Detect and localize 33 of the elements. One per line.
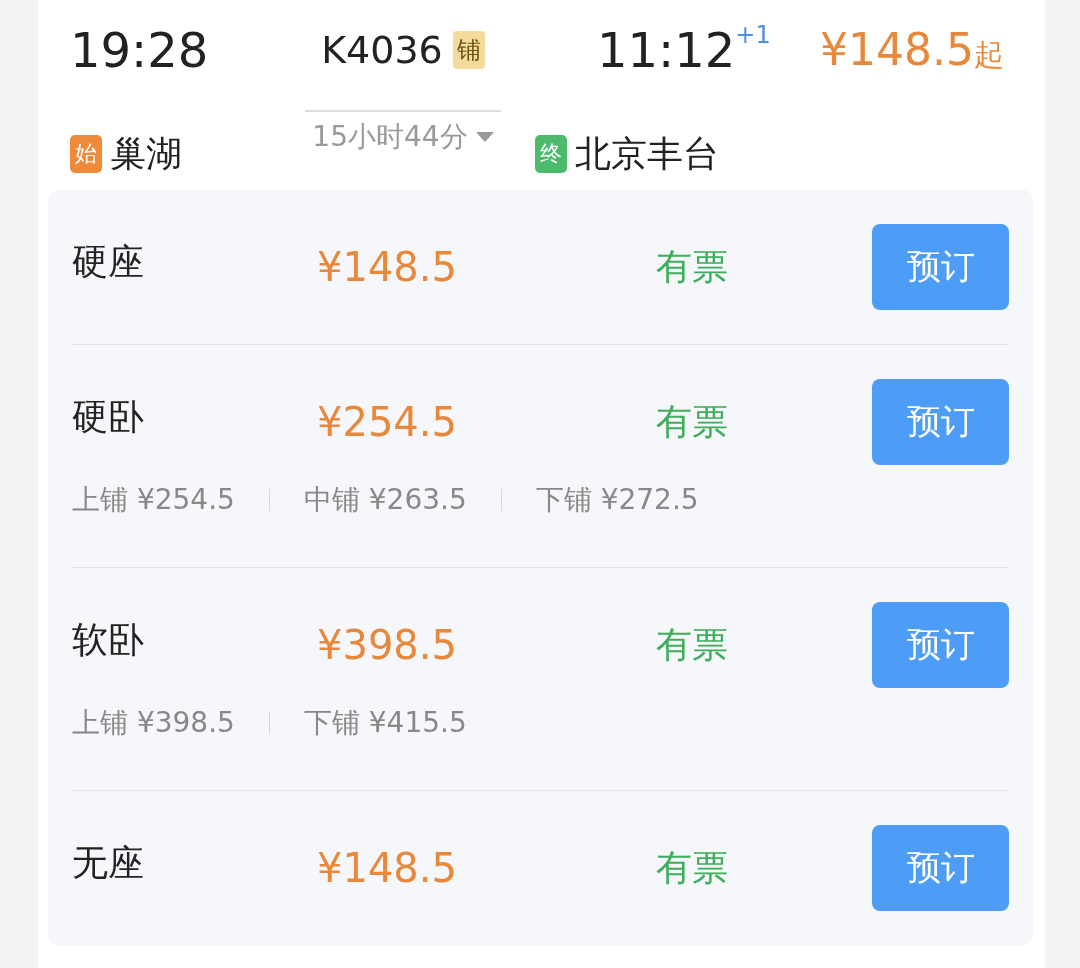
train-type-badge: 铺 [452,31,485,69]
availability: 有票 [656,622,729,667]
departure-station: 巢湖 [110,131,182,176]
seat-class: 硬卧 [72,394,145,439]
berth-price: 下铺 ¥415.5 [303,705,467,741]
seat-price: ¥148.5 [317,244,458,290]
origin-tag: 始 [70,135,102,173]
lowest-price: ¥148.5起 [820,23,1005,77]
berth-price: 上铺 ¥254.5 [72,482,235,518]
seat-price: ¥254.5 [317,399,458,445]
terminal-tag: 终 [535,135,567,173]
berth-price: 中铺 ¥263.5 [303,482,467,518]
duration-toggle[interactable]: 15小时44分 [312,112,494,156]
seat-price: ¥398.5 [317,622,458,668]
availability: 有票 [656,399,729,444]
availability: 有票 [656,244,729,289]
day-offset: +1 [735,20,771,51]
train-number: K4036 [321,28,443,72]
seat-price: ¥148.5 [317,845,458,891]
berth-price: 上铺 ¥398.5 [72,705,235,741]
book-button[interactable]: 预订 [872,825,1009,911]
book-button[interactable]: 预订 [872,379,1009,465]
arrival-time: 11:12 [597,21,736,80]
departure-time: 19:28 [70,21,210,80]
seat-class: 无座 [72,840,145,885]
book-button[interactable]: 预订 [872,602,1009,688]
seat-class: 软卧 [72,617,145,662]
availability: 有票 [656,845,729,890]
caret-down-icon [475,132,494,142]
book-button[interactable]: 预订 [872,224,1009,310]
berth-price: 下铺 ¥272.5 [535,482,699,518]
seat-class: 硬座 [72,239,145,284]
arrival-station: 北京丰台 [575,131,719,176]
